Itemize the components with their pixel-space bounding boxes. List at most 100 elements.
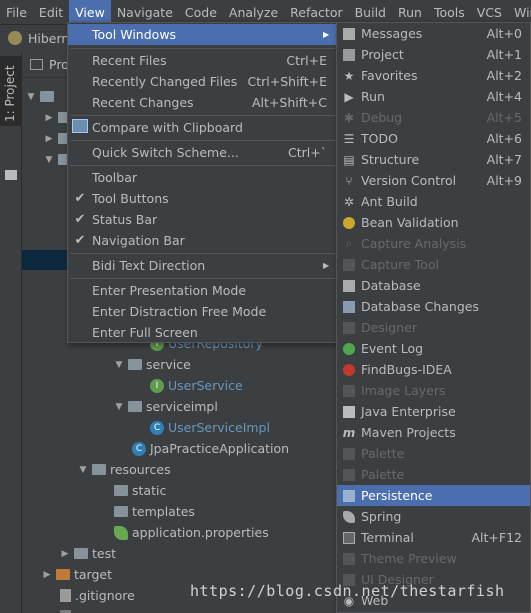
tree-row[interactable]: ▶ test xyxy=(60,543,116,564)
project-breadcrumb[interactable]: Hibern xyxy=(28,31,69,46)
menu-item-distraction-free-mode[interactable]: Enter Distraction Free Mode xyxy=(68,301,337,322)
menu-item-compare-with-clipboard[interactable]: Compare with Clipboard xyxy=(68,117,337,138)
tree-row[interactable]: application.properties xyxy=(114,522,269,543)
tree-row[interactable]: static xyxy=(114,480,166,501)
collapse-arrow-icon[interactable]: ▼ xyxy=(26,92,36,102)
menu-item-navigation-bar[interactable]: ✔ Navigation Bar xyxy=(68,230,337,251)
clipboard-icon xyxy=(72,118,88,133)
findbugs-icon xyxy=(337,363,361,376)
menu-separator xyxy=(70,278,335,279)
menu-file[interactable]: File xyxy=(0,0,33,25)
persistence-icon xyxy=(337,489,361,502)
package-icon xyxy=(128,401,142,412)
submenu-item-image-layers[interactable]: Image Layers xyxy=(337,380,530,401)
menu-view[interactable]: View xyxy=(69,0,111,25)
menu-vcs[interactable]: VCS xyxy=(471,0,508,25)
tree-row-label: UserServiceImpl xyxy=(168,420,270,435)
folder-icon xyxy=(114,506,128,517)
expand-arrow-icon[interactable]: ▶ xyxy=(60,549,70,559)
submenu-item-designer[interactable]: Designer xyxy=(337,317,530,338)
submenu-item-messages[interactable]: Messages Alt+0 xyxy=(337,23,530,44)
tree-row[interactable]: C JpaPracticeApplication xyxy=(132,438,289,459)
tree-row[interactable]: I UserService xyxy=(150,375,243,396)
menu-analyze[interactable]: Analyze xyxy=(223,0,284,25)
menu-window[interactable]: Windo xyxy=(508,0,531,25)
tree-row[interactable]: C UserServiceImpl xyxy=(150,417,270,438)
submenu-item-bean-validation[interactable]: Bean Validation xyxy=(337,212,530,233)
submenu-item-favorites[interactable]: ★ Favorites Alt+2 xyxy=(337,65,530,86)
palette-icon xyxy=(337,468,361,481)
left-tool-stripe: 1: Project xyxy=(0,52,22,613)
project-tool-tab[interactable]: 1: Project xyxy=(0,56,22,126)
submenu-item-palette-2[interactable]: Palette xyxy=(337,464,530,485)
menu-item-bidi-text-direction[interactable]: Bidi Text Direction ▶ xyxy=(68,255,337,276)
menu-refactor[interactable]: Refactor xyxy=(284,0,348,25)
collapse-arrow-icon[interactable]: ▼ xyxy=(114,402,124,412)
tree-row[interactable]: ▼ service xyxy=(114,354,191,375)
watermark: https://blog.csdn.net/thestarfish xyxy=(190,582,505,600)
menu-navigate[interactable]: Navigate xyxy=(111,0,179,25)
tree-row[interactable]: ▼ xyxy=(26,86,54,107)
tree-row-label: serviceimpl xyxy=(146,399,218,414)
submenu-item-structure[interactable]: ▤ Structure Alt+7 xyxy=(337,149,530,170)
submenu-item-debug[interactable]: ✱ Debug Alt+5 xyxy=(337,107,530,128)
project-panel-title[interactable]: Pro xyxy=(49,57,69,72)
folder-icon xyxy=(114,485,128,496)
menu-separator xyxy=(70,115,335,116)
submenu-item-theme-preview[interactable]: Theme Preview xyxy=(337,548,530,569)
menu-item-tool-windows[interactable]: Tool Windows ▶ xyxy=(68,24,337,45)
expand-arrow-icon[interactable]: ▶ xyxy=(44,134,54,144)
folder-icon[interactable] xyxy=(5,170,17,180)
tree-row[interactable]: .gitignore xyxy=(60,585,135,606)
submenu-item-findbugs[interactable]: FindBugs-IDEA xyxy=(337,359,530,380)
menu-item-recently-changed-files[interactable]: Recently Changed Files Ctrl+Shift+E xyxy=(68,71,337,92)
collapse-arrow-icon[interactable]: ▼ xyxy=(114,360,124,370)
submenu-item-database-changes[interactable]: Database Changes xyxy=(337,296,530,317)
collapse-arrow-icon[interactable]: ▼ xyxy=(78,465,88,475)
submenu-item-palette[interactable]: Palette xyxy=(337,443,530,464)
expand-arrow-icon[interactable]: ▶ xyxy=(42,570,52,580)
menu-run[interactable]: Run xyxy=(392,0,428,25)
submenu-item-terminal[interactable]: Terminal Alt+F12 xyxy=(337,527,530,548)
menu-item-full-screen[interactable]: Enter Full Screen xyxy=(68,322,337,343)
menu-item-recent-files[interactable]: Recent Files Ctrl+E xyxy=(68,50,337,71)
menu-build[interactable]: Build xyxy=(349,0,392,25)
checkmark-icon: ✔ xyxy=(74,212,86,227)
todo-icon: ☰ xyxy=(343,131,355,146)
submenu-arrow-icon: ▶ xyxy=(323,30,330,39)
tree-row[interactable]: ▶ target xyxy=(42,564,112,585)
maven-icon: m xyxy=(342,425,356,440)
submenu-item-run[interactable]: ▶ Run Alt+4 xyxy=(337,86,530,107)
messages-icon xyxy=(337,27,361,40)
menu-item-status-bar[interactable]: ✔ Status Bar xyxy=(68,209,337,230)
submenu-item-database[interactable]: Database xyxy=(337,275,530,296)
submenu-item-java-enterprise[interactable]: Java Enterprise xyxy=(337,401,530,422)
menu-separator xyxy=(70,165,335,166)
collapse-arrow-icon[interactable]: ▼ xyxy=(44,155,54,165)
submenu-item-version-control[interactable]: ⑂ Version Control Alt+9 xyxy=(337,170,530,191)
submenu-item-capture-tool[interactable]: Capture Tool xyxy=(337,254,530,275)
menu-item-presentation-mode[interactable]: Enter Presentation Mode xyxy=(68,280,337,301)
submenu-item-ant-build[interactable]: ✲ Ant Build xyxy=(337,191,530,212)
tree-row[interactable] xyxy=(60,606,71,613)
submenu-item-todo[interactable]: ☰ TODO Alt+6 xyxy=(337,128,530,149)
tree-row[interactable]: ▼ serviceimpl xyxy=(114,396,218,417)
submenu-item-capture-analysis[interactable]: ⌕ Capture Analysis xyxy=(337,233,530,254)
menu-item-toolbar[interactable]: Toolbar xyxy=(68,167,337,188)
spring-icon xyxy=(337,510,361,523)
submenu-item-maven-projects[interactable]: m Maven Projects xyxy=(337,422,530,443)
submenu-item-persistence[interactable]: Persistence xyxy=(337,485,530,506)
menu-code[interactable]: Code xyxy=(179,0,223,25)
submenu-item-event-log[interactable]: Event Log xyxy=(337,338,530,359)
menu-item-recent-changes[interactable]: Recent Changes Alt+Shift+C xyxy=(68,92,337,113)
submenu-item-project[interactable]: Project Alt+1 xyxy=(337,44,530,65)
menu-edit[interactable]: Edit xyxy=(33,0,69,25)
submenu-item-spring[interactable]: Spring xyxy=(337,506,530,527)
tree-row-label: .gitignore xyxy=(75,588,135,603)
tree-row[interactable]: ▼ resources xyxy=(78,459,171,480)
tree-row[interactable]: templates xyxy=(114,501,195,522)
expand-arrow-icon[interactable]: ▶ xyxy=(44,113,54,123)
menu-item-quick-switch-scheme[interactable]: Quick Switch Scheme... Ctrl+` xyxy=(68,142,337,163)
menu-tools[interactable]: Tools xyxy=(428,0,471,25)
menu-item-tool-buttons[interactable]: ✔ Tool Buttons xyxy=(68,188,337,209)
